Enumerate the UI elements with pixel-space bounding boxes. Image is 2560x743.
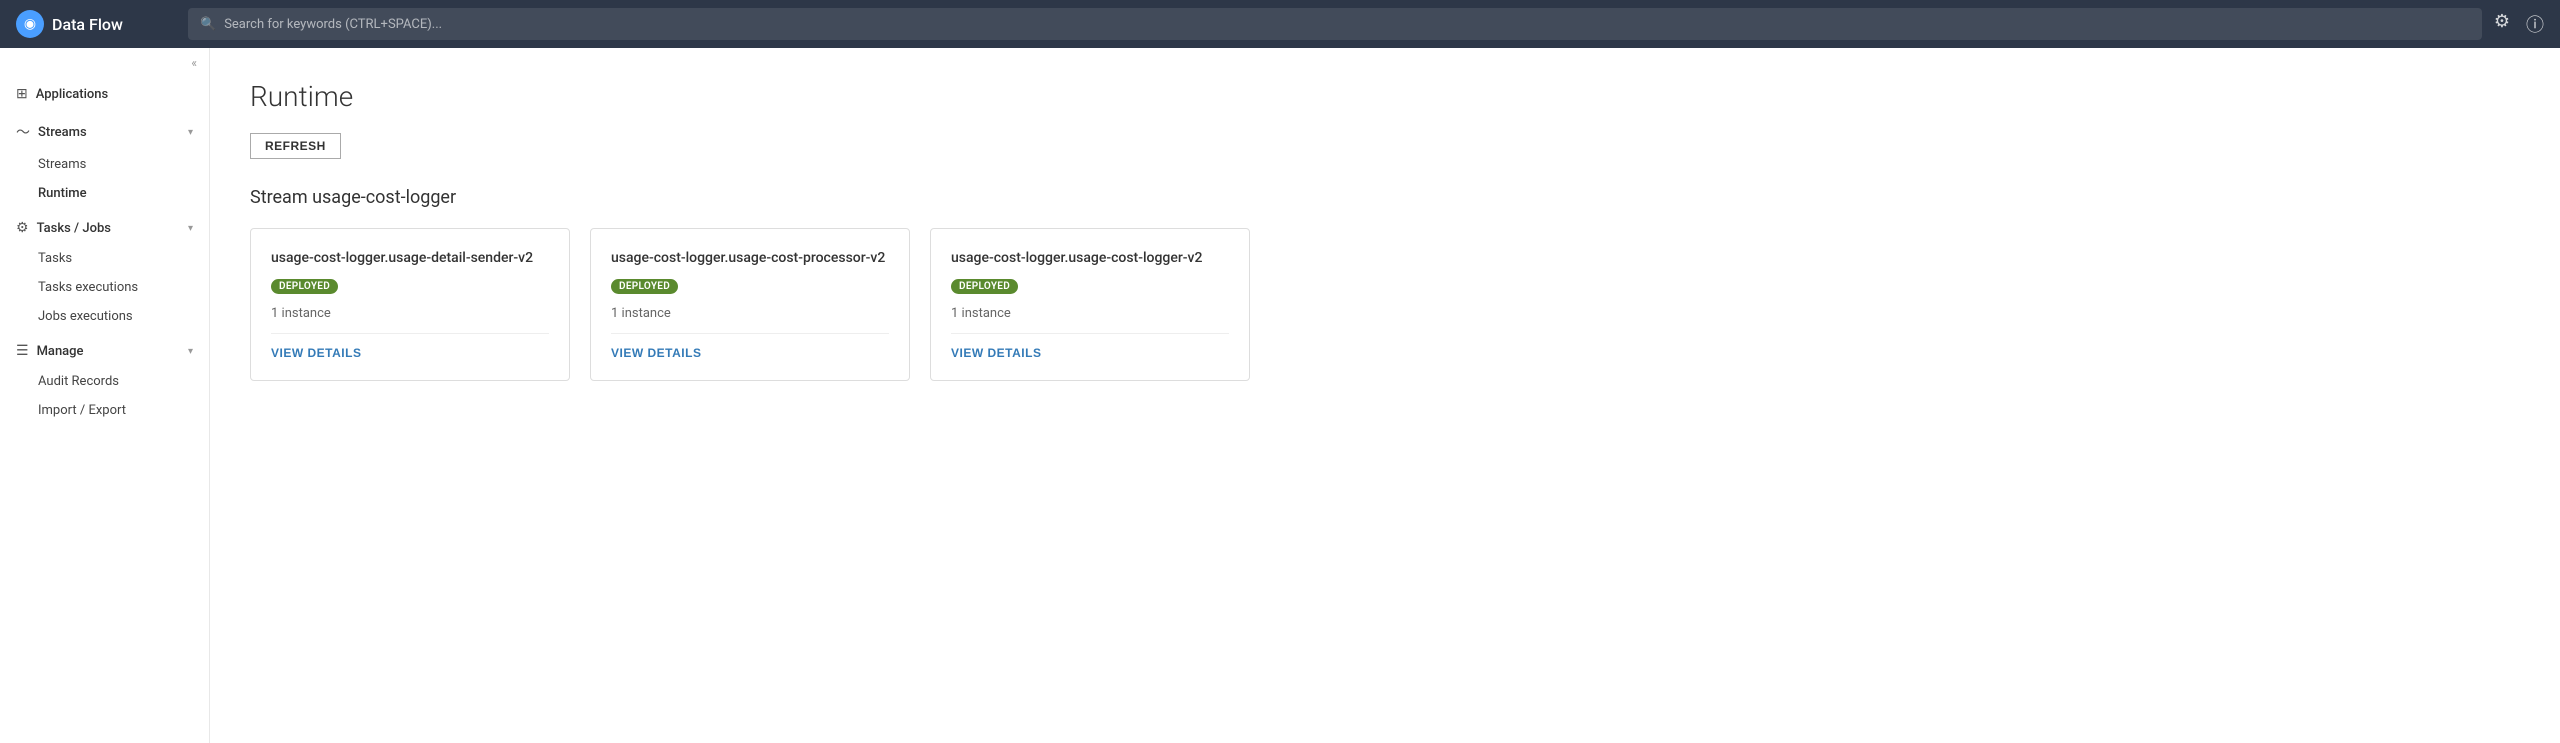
manage-icon: ☰ [16, 343, 29, 359]
jobs-executions-label: Jobs executions [38, 309, 133, 324]
cards-grid: usage-cost-logger.usage-detail-sender-v2… [250, 228, 2520, 381]
card-2-header: usage-cost-logger.usage-cost-processor-v… [611, 249, 889, 294]
card-1-title: usage-cost-logger.usage-detail-sender-v2 [271, 249, 533, 269]
sidebar-item-jobs-executions[interactable]: Jobs executions [0, 302, 209, 331]
brand-logo: ◉ [16, 10, 44, 38]
import-export-label: Import / Export [38, 403, 126, 418]
tasks-chevron: ▾ [188, 223, 193, 234]
card-2-badge: DEPLOYED [611, 279, 678, 294]
audit-records-label: Audit Records [38, 374, 119, 389]
sidebar-item-manage[interactable]: ☰ Manage ▾ [0, 335, 209, 367]
search-placeholder: Search for keywords (CTRL+SPACE)... [224, 17, 442, 32]
tasks-icon: ⚙ [16, 220, 29, 236]
card-1-instance: 1 instance [271, 306, 549, 321]
main-content: Runtime REFRESH Stream usage-cost-logger… [210, 48, 2560, 743]
card-2-instance: 1 instance [611, 306, 889, 321]
applications-label: Applications [36, 87, 193, 102]
sidebar-item-tasks-jobs[interactable]: ⚙ Tasks / Jobs ▾ [0, 212, 209, 244]
sidebar-collapse-btn[interactable]: « [0, 48, 209, 78]
tasks-executions-label: Tasks executions [38, 280, 138, 295]
tasks-jobs-label: Tasks / Jobs [37, 221, 180, 236]
card-1-header: usage-cost-logger.usage-detail-sender-v2… [271, 249, 549, 294]
stream-card-2: usage-cost-logger.usage-cost-processor-v… [590, 228, 910, 381]
streams-icon: 〜 [16, 122, 30, 142]
card-1-divider [271, 333, 549, 334]
collapse-icon: « [191, 56, 197, 70]
card-3-instance: 1 instance [951, 306, 1229, 321]
sidebar-item-import-export[interactable]: Import / Export [0, 396, 209, 425]
card-3-title: usage-cost-logger.usage-cost-logger-v2 [951, 249, 1202, 269]
sidebar-section-streams: 〜 Streams ▾ Streams Runtime [0, 114, 209, 208]
streams-chevron: ▾ [188, 127, 193, 138]
card-1-badge: DEPLOYED [271, 279, 338, 294]
manage-chevron: ▾ [188, 346, 193, 357]
stream-section-title: Stream usage-cost-logger [250, 187, 2520, 208]
sidebar: « ⊞ Applications 〜 Streams ▾ Streams Run… [0, 48, 210, 743]
layout: « ⊞ Applications 〜 Streams ▾ Streams Run… [0, 48, 2560, 743]
sidebar-item-runtime[interactable]: Runtime [0, 179, 209, 208]
sidebar-item-audit-records[interactable]: Audit Records [0, 367, 209, 396]
card-2-divider [611, 333, 889, 334]
streams-label: Streams [38, 125, 180, 140]
card-3-header: usage-cost-logger.usage-cost-logger-v2 D… [951, 249, 1229, 294]
search-bar[interactable]: 🔍 Search for keywords (CTRL+SPACE)... [188, 8, 2482, 40]
card-3-view-details-button[interactable]: VIEW DETAILS [951, 346, 1229, 360]
search-icon: 🔍 [200, 17, 216, 32]
sidebar-section-manage: ☰ Manage ▾ Audit Records Import / Export [0, 335, 209, 425]
card-2-title: usage-cost-logger.usage-cost-processor-v… [611, 249, 885, 269]
top-nav: ◉ Data Flow 🔍 Search for keywords (CTRL+… [0, 0, 2560, 48]
sidebar-item-tasks-executions[interactable]: Tasks executions [0, 273, 209, 302]
applications-icon: ⊞ [16, 86, 28, 102]
settings-icon[interactable]: ⚙ [2494, 11, 2510, 37]
page-title: Runtime [250, 80, 2520, 113]
info-icon[interactable]: ⓘ [2526, 11, 2544, 37]
nav-icons: ⚙ ⓘ [2494, 11, 2544, 37]
tasks-label: Tasks [38, 251, 72, 266]
sidebar-item-streams-list[interactable]: Streams [0, 150, 209, 179]
sidebar-item-applications[interactable]: ⊞ Applications [0, 78, 209, 110]
streams-list-label: Streams [38, 157, 86, 172]
stream-card-1: usage-cost-logger.usage-detail-sender-v2… [250, 228, 570, 381]
refresh-button[interactable]: REFRESH [250, 133, 341, 159]
brand-title: Data Flow [52, 15, 123, 34]
manage-label: Manage [37, 344, 180, 359]
card-2-view-details-button[interactable]: VIEW DETAILS [611, 346, 889, 360]
card-3-divider [951, 333, 1229, 334]
brand-logo-icon: ◉ [24, 16, 36, 32]
sidebar-section-applications: ⊞ Applications [0, 78, 209, 110]
card-1-view-details-button[interactable]: VIEW DETAILS [271, 346, 549, 360]
sidebar-item-streams[interactable]: 〜 Streams ▾ [0, 114, 209, 150]
brand: ◉ Data Flow [16, 10, 176, 38]
sidebar-item-tasks[interactable]: Tasks [0, 244, 209, 273]
stream-card-3: usage-cost-logger.usage-cost-logger-v2 D… [930, 228, 1250, 381]
sidebar-section-tasks-jobs: ⚙ Tasks / Jobs ▾ Tasks Tasks executions … [0, 212, 209, 331]
runtime-label: Runtime [38, 186, 87, 201]
card-3-badge: DEPLOYED [951, 279, 1018, 294]
